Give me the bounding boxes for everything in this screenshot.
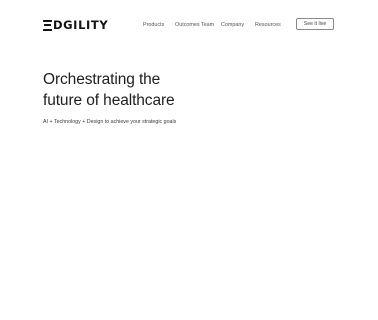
see-it-live-button[interactable]: See it live <box>296 18 334 30</box>
hero-title: Orchestrating the future of healthcare <box>43 69 175 111</box>
nav-item-resources[interactable]: Resources <box>255 21 281 29</box>
hero-title-line-1: Orchestrating the <box>43 71 161 88</box>
page: DGILITY Products Outcomes Team Company R… <box>0 0 378 320</box>
hero-subtitle: AI + Technology + Design to achieve your… <box>43 119 177 125</box>
nav-item-company[interactable]: Company <box>221 21 244 29</box>
nav-item-products[interactable]: Products <box>143 21 164 29</box>
hero-title-line-2: future of healthcare <box>43 92 175 109</box>
nav-item-outcomes-team[interactable]: Outcomes Team <box>175 21 214 29</box>
